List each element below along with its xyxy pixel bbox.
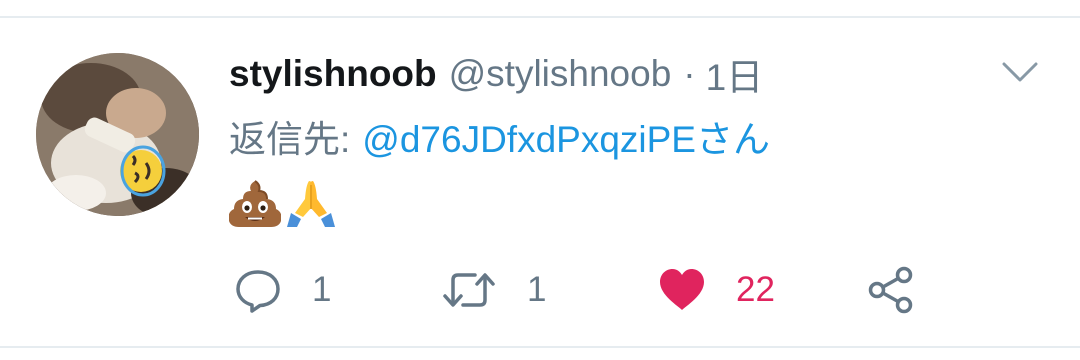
bottom-divider: [0, 346, 1080, 348]
top-divider: [0, 16, 1080, 18]
retweet-count: 1: [527, 270, 547, 309]
share-icon: [868, 266, 913, 314]
reply-context: 返信先: @d76JDfxdPxqziPEさん: [229, 111, 770, 161]
heart-icon: [660, 269, 704, 310]
reply-target-link[interactable]: @d76JDfxdPxqziPEさん: [362, 109, 770, 163]
like-count: 22: [736, 270, 775, 309]
tweet-header: stylishnoob @stylishnoob · 1日: [229, 50, 763, 98]
retweet-icon: [443, 273, 495, 307]
display-name[interactable]: stylishnoob: [229, 53, 437, 95]
reply-count: 1: [312, 270, 332, 309]
reply-prefix: 返信先:: [229, 119, 351, 160]
pile-of-poo-icon: [229, 180, 281, 227]
timestamp[interactable]: 1日: [706, 47, 764, 101]
share-button[interactable]: [866, 266, 916, 314]
separator-dot: ·: [683, 53, 696, 94]
tweet-text: [229, 176, 337, 230]
retweet-button[interactable]: 1: [441, 266, 546, 314]
tweet-card[interactable]: stylishnoob @stylishnoob · 1日 返信先: @d76J…: [0, 0, 1080, 360]
user-handle[interactable]: @stylishnoob: [449, 53, 672, 95]
like-button[interactable]: 22: [656, 266, 775, 314]
avatar[interactable]: [36, 53, 199, 216]
reply-button[interactable]: 1: [234, 266, 331, 314]
folded-hands-icon: [287, 181, 335, 227]
reply-bubble-icon: [236, 270, 280, 313]
chevron-down-icon[interactable]: [1000, 58, 1040, 86]
